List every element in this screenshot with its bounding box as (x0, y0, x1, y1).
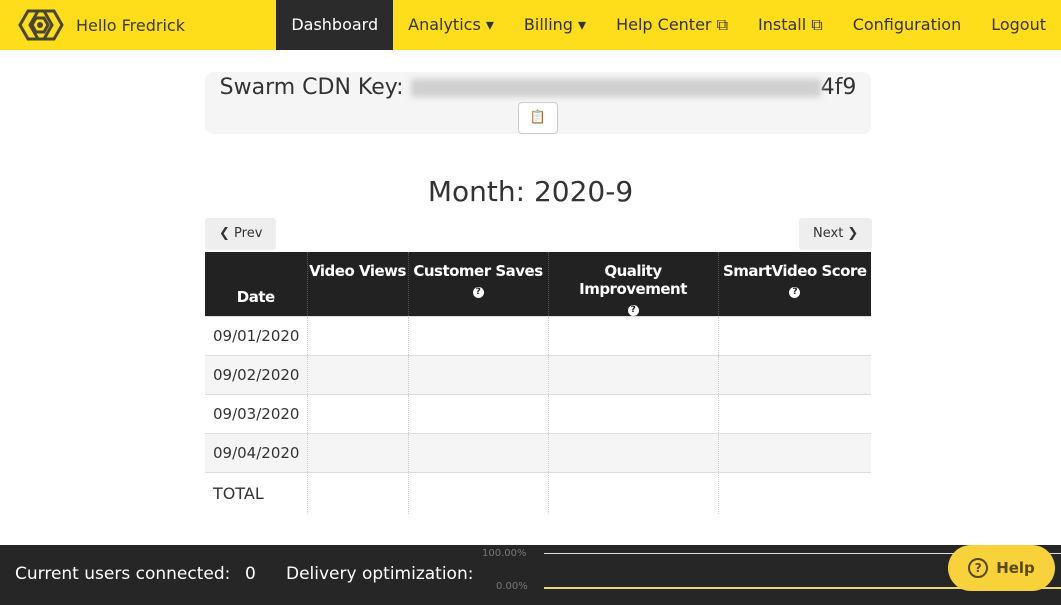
nav-dashboard[interactable]: Dashboard (276, 0, 394, 50)
status-footer: Current users connected: 0 Delivery opti… (0, 545, 1061, 605)
nav-analytics[interactable]: Analytics ▾ (393, 0, 509, 50)
cdn-key-suffix: 4f9 (820, 75, 857, 100)
total-row: TOTAL (205, 472, 871, 514)
cdn-key-panel: Swarm CDN Key: 4f9 📋 (205, 72, 871, 134)
header-smartvideo-score: SmartVideo Score? (718, 252, 871, 317)
delivery-optimization-label: Delivery optimization: (286, 564, 474, 584)
header-video-views: Video Views (307, 252, 409, 317)
table-row: 09/03/2020 (205, 394, 871, 434)
nav-configuration[interactable]: Configuration (838, 0, 977, 50)
header-date: Date (205, 252, 308, 317)
table-row: 09/02/2020 (205, 355, 871, 395)
hexagon-logo-icon (18, 9, 64, 41)
users-connected-label: Current users connected: (15, 564, 231, 584)
question-icon: ? (968, 558, 989, 578)
top-navbar: Hello Fredrick Dashboard Analytics ▾ Bil… (0, 0, 1061, 50)
clipboard-icon: 📋 (529, 110, 547, 125)
greeting: Hello Fredrick (76, 15, 185, 35)
table-row: 09/01/2020 (205, 316, 871, 356)
table-row: 09/04/2020 (205, 433, 871, 473)
help-icon[interactable]: ? (627, 305, 639, 316)
stats-table: Date Video Views Customer Saves? Quality… (205, 252, 871, 514)
prev-button[interactable]: ❮ Prev (205, 218, 277, 250)
next-button[interactable]: Next ❯ (799, 218, 873, 250)
header-quality-improvement: Quality Improvement? (548, 252, 719, 317)
nav-logout[interactable]: Logout (976, 0, 1061, 50)
cdn-key-label: Swarm CDN Key: (219, 75, 404, 100)
nav-billing[interactable]: Billing ▾ (509, 0, 601, 50)
brand[interactable]: Hello Fredrick (0, 5, 276, 45)
nav-help-center[interactable]: Help Center ⧉ (601, 0, 743, 50)
help-icon[interactable]: ? (789, 287, 801, 298)
header-customer-saves: Customer Saves? (408, 252, 549, 317)
help-icon[interactable]: ? (472, 287, 484, 298)
users-connected-value: 0 (245, 564, 256, 584)
copy-key-button[interactable]: 📋 (518, 102, 558, 134)
axis-bottom-label: 0.00% (496, 581, 528, 592)
help-button[interactable]: ? Help (948, 545, 1055, 591)
axis-top-label: 100.00% (482, 548, 527, 559)
cdn-key-blurred (410, 79, 821, 97)
nav-install[interactable]: Install ⧉ (743, 0, 838, 50)
month-title: Month: 2020-9 (427, 175, 634, 208)
